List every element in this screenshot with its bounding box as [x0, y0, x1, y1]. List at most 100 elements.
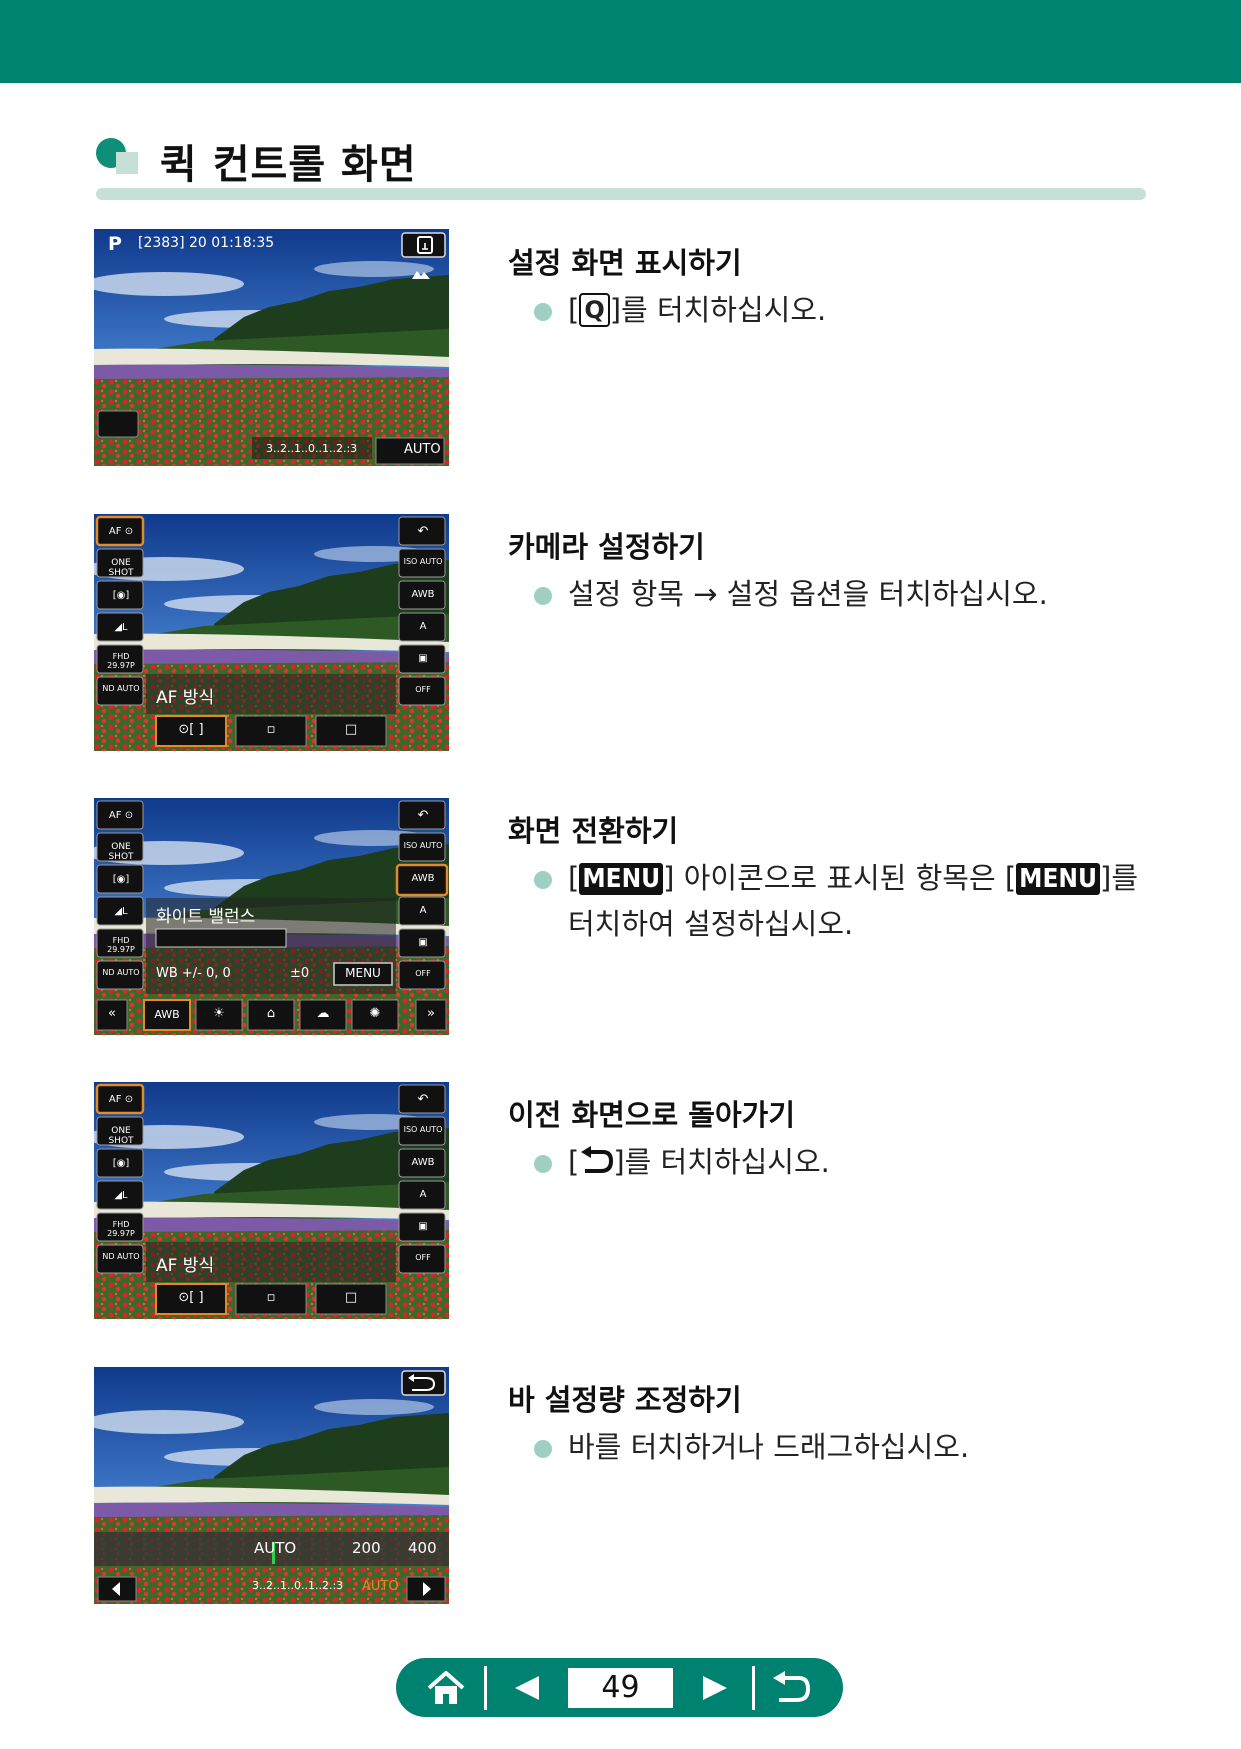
setting-picture-style[interactable]: A	[401, 905, 445, 916]
quick-control-label: AF 방식	[156, 1256, 215, 1276]
option-af-zone[interactable]: □	[316, 722, 386, 737]
setting-iso[interactable]: ISO AUTO	[401, 1125, 445, 1134]
row-title: 바 설정량 조정하기	[508, 1383, 742, 1417]
landscape-preview	[94, 514, 449, 751]
bullet-icon	[534, 1440, 552, 1458]
setting-flash[interactable]: OFF	[401, 685, 445, 694]
row-text: [Q]를 터치하십시오.	[568, 293, 827, 327]
screen-quick-control: AF ⊙ ONE SHOT [◉] ◢L FHD 29.97P ND AUTO …	[94, 514, 449, 751]
option-cloudy[interactable]: ☁	[300, 1006, 346, 1021]
row-title: 설정 화면 표시하기	[508, 246, 742, 280]
setting-movie-size[interactable]: FHD 29.97P	[99, 652, 143, 670]
bar-label-200: 200	[352, 1539, 381, 1557]
setting-flash[interactable]: OFF	[401, 1253, 445, 1262]
option-af-face[interactable]: ⊙[ ]	[156, 1290, 226, 1305]
setting-af[interactable]: AF ⊙	[99, 810, 143, 821]
setting-quality[interactable]: ◢L	[99, 1190, 143, 1201]
landscape-preview	[94, 1082, 449, 1319]
screen-bar-adjust: AUTO 200 400 3..2..1..0..1..2.:3 AUTO	[94, 1367, 449, 1604]
screen-shooting-display: P [2383] 20 01:18:35 3..2..1..0..1..2.:3…	[94, 229, 449, 466]
header-bar	[0, 0, 1241, 83]
option-af-face[interactable]: ⊙[ ]	[156, 722, 226, 737]
option-af-zone[interactable]: □	[316, 1290, 386, 1305]
row-text: []를 터치하십시오.	[568, 1145, 830, 1179]
bullet-icon	[534, 587, 552, 605]
setting-lighting[interactable]: ▣	[401, 653, 445, 664]
setting-lighting[interactable]: ▣	[401, 1221, 445, 1232]
wb-shift-readout: WB +/- 0, 0	[156, 966, 231, 981]
setting-movie-size[interactable]: FHD 29.97P	[99, 936, 143, 954]
bar-label-400: 400	[408, 1539, 437, 1557]
setting-drive[interactable]: ONE SHOT	[99, 558, 143, 578]
screen-quick-control-return: AF ⊙ ONE SHOT [◉] ◢L FHD 29.97P ND AUTO …	[94, 1082, 449, 1319]
quick-control-label: AF 방식	[156, 688, 215, 708]
option-tungsten[interactable]: ✺	[352, 1006, 398, 1021]
nav-divider	[484, 1666, 487, 1710]
back-icon[interactable]	[771, 1670, 811, 1706]
row-text: [MENU] 아이콘으로 표시된 항목은 [MENU]를 터치하여 설정하십시오…	[568, 861, 1138, 941]
setting-af[interactable]: AF ⊙	[99, 1094, 143, 1105]
exposure-scale: 3..2..1..0..1..2.:3	[266, 442, 358, 455]
setting-af[interactable]: AF ⊙	[99, 526, 143, 537]
previous-page-icon[interactable]	[511, 1674, 541, 1702]
iso-readout: AUTO	[404, 442, 441, 457]
return-icon	[581, 1146, 614, 1173]
nav-divider	[752, 1666, 755, 1710]
scroll-right-button[interactable]: »	[416, 1006, 446, 1021]
mode-indicator: P	[108, 233, 122, 255]
setting-movie-size[interactable]: FHD 29.97P	[99, 1220, 143, 1238]
option-daylight[interactable]: ☀	[196, 1006, 242, 1021]
row-text: 설정 항목 → 설정 옵션을 터치하십시오.	[568, 577, 1048, 611]
bullet-icon	[534, 871, 552, 889]
setting-iso[interactable]: ISO AUTO	[401, 557, 445, 566]
setting-drive[interactable]: ONE SHOT	[99, 842, 143, 862]
setting-iso[interactable]: ISO AUTO	[401, 841, 445, 850]
quick-control-label: 화이트 밸런스	[156, 907, 256, 927]
setting-drive[interactable]: ONE SHOT	[99, 1126, 143, 1146]
return-icon[interactable]: ↶	[401, 524, 445, 539]
setting-metering[interactable]: [◉]	[99, 1158, 143, 1169]
row-title: 카메라 설정하기	[508, 530, 705, 564]
return-icon[interactable]: ↶	[401, 1092, 445, 1107]
section-bullet-icon	[96, 138, 140, 178]
option-af-spot[interactable]: ▫	[236, 722, 306, 737]
setting-flash[interactable]: OFF	[401, 969, 445, 978]
setting-nd[interactable]: ND AUTO	[99, 684, 143, 693]
setting-wb[interactable]: AWB	[401, 873, 445, 884]
setting-quality[interactable]: ◢L	[99, 906, 143, 917]
iso-readout: AUTO	[362, 1579, 399, 1594]
section-divider	[96, 188, 1146, 200]
wb-bracket-readout: ±0	[290, 966, 310, 981]
screen-white-balance: AF ⊙ ONE SHOT [◉] ◢L FHD 29.97P ND AUTO …	[94, 798, 449, 1035]
setting-wb[interactable]: AWB	[401, 1157, 445, 1168]
shot-info: [2383] 20 01:18:35	[138, 235, 275, 251]
next-page-icon[interactable]	[701, 1674, 731, 1702]
scroll-left-button[interactable]: «	[97, 1006, 127, 1021]
option-awb[interactable]: AWB	[144, 1008, 190, 1021]
menu-button[interactable]: MENU	[334, 966, 392, 980]
bullet-icon	[534, 303, 552, 321]
setting-lighting[interactable]: ▣	[401, 937, 445, 948]
setting-picture-style[interactable]: A	[401, 621, 445, 632]
bullet-icon	[534, 1155, 552, 1173]
option-af-spot[interactable]: ▫	[236, 1290, 306, 1305]
page-number: 49	[568, 1668, 673, 1708]
setting-metering[interactable]: [◉]	[99, 590, 143, 601]
row-title: 이전 화면으로 돌아가기	[508, 1098, 795, 1132]
landscape-preview	[94, 1367, 449, 1604]
setting-nd[interactable]: ND AUTO	[99, 1252, 143, 1261]
setting-picture-style[interactable]: A	[401, 1189, 445, 1200]
section-heading: 퀵 컨트롤 화면	[96, 128, 1146, 204]
home-icon[interactable]	[426, 1668, 466, 1708]
bar-label-auto: AUTO	[254, 1539, 297, 1557]
setting-metering[interactable]: [◉]	[99, 874, 143, 885]
row-title: 화면 전환하기	[508, 814, 679, 848]
option-shade[interactable]: ⌂	[248, 1006, 294, 1021]
setting-nd[interactable]: ND AUTO	[99, 968, 143, 977]
menu-key-icon: MENU	[1016, 863, 1100, 895]
setting-wb[interactable]: AWB	[401, 589, 445, 600]
section-title: 퀵 컨트롤 화면	[160, 142, 417, 188]
q-key-icon: Q	[579, 293, 610, 327]
setting-quality[interactable]: ◢L	[99, 622, 143, 633]
return-icon[interactable]: ↶	[401, 808, 445, 823]
